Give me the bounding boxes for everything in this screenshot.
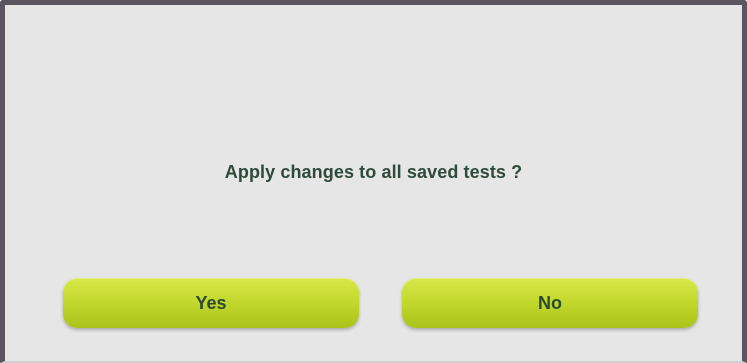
yes-button[interactable]: Yes	[63, 278, 359, 328]
no-button[interactable]: No	[402, 278, 698, 328]
no-button-label: No	[538, 292, 562, 313]
confirm-dialog: Apply changes to all saved tests ? Yes N…	[0, 0, 747, 363]
yes-button-label: Yes	[195, 292, 227, 313]
dialog-message: Apply changes to all saved tests ?	[224, 162, 523, 182]
